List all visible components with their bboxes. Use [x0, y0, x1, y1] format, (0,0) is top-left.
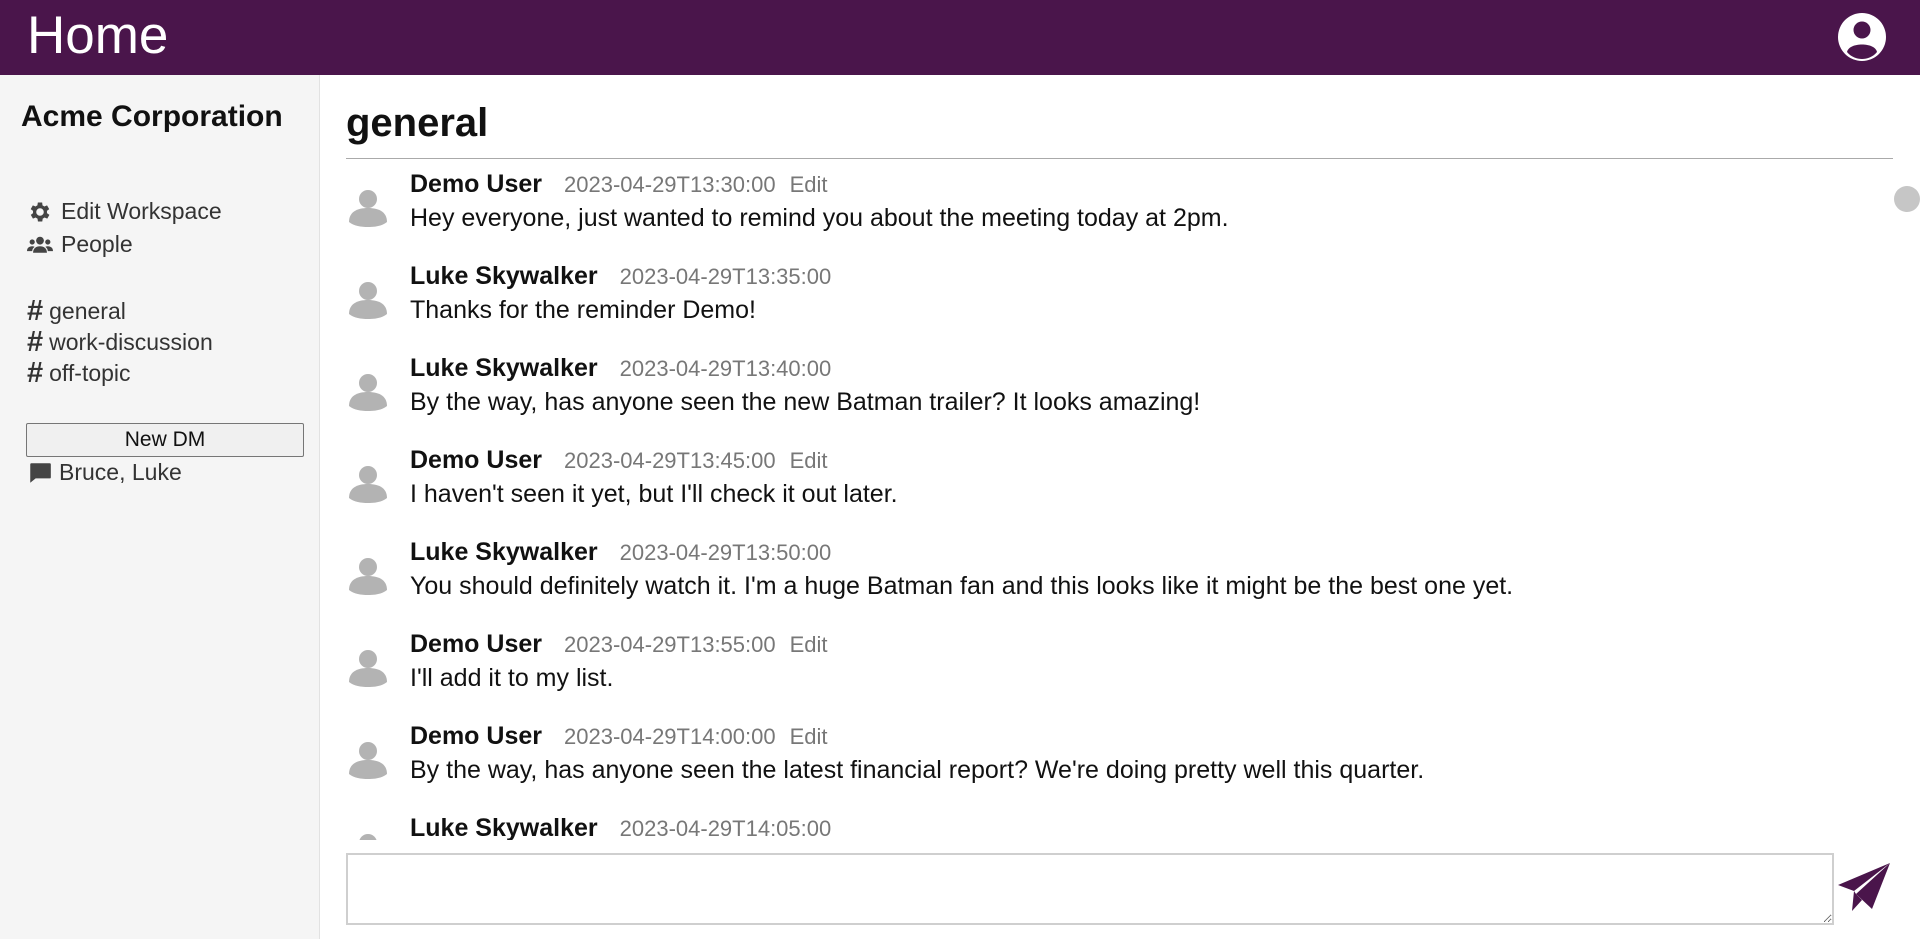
workspace-name: Acme Corporation [21, 100, 283, 133]
avatar-icon [349, 282, 387, 319]
message-list[interactable]: Demo User 2023-04-29T13:30:00 Edit Hey eve… [320, 170, 1920, 840]
message-timestamp: 2023-04-29T13:30:00 [564, 172, 776, 197]
edit-message-link[interactable]: Edit [790, 448, 828, 473]
message-item: Luke Skywalker 2023-04-29T13:35:00 Thanks… [346, 262, 1846, 352]
message-item: Demo User 2023-04-29T14:00:00 Edit By the … [346, 722, 1846, 812]
avatar-icon [359, 834, 377, 840]
channel-label: work-discussion [49, 329, 213, 355]
channel-general[interactable]: # general [27, 295, 126, 328]
message-text: I'll add it to my list. [410, 664, 614, 692]
avatar-icon [349, 650, 387, 687]
message-input[interactable] [346, 853, 1834, 925]
channel-title: general [346, 101, 489, 145]
message-timestamp: 2023-04-29T13:40:00 [619, 356, 832, 381]
send-paper-plane-icon[interactable] [1836, 861, 1892, 913]
message-item: Demo User 2023-04-29T13:30:00 Edit Hey eve… [346, 170, 1846, 260]
avatar-icon [349, 190, 387, 227]
dm-item[interactable]: Bruce, Luke [27, 459, 182, 486]
message-author: Luke Skywalker [410, 262, 598, 290]
message-item: Luke Skywalker 2023-04-29T13:50:00 You sh… [346, 538, 1846, 628]
message-text: Thanks for the reminder Demo! [410, 296, 756, 324]
message-timestamp: 2023-04-29T13:45:00 [564, 448, 776, 473]
message-author: Luke Skywalker [410, 354, 598, 382]
edit-message-link[interactable]: Edit [790, 632, 828, 657]
message-author: Demo User [410, 170, 542, 198]
message-item: Luke Skywalker 2023-04-29T14:05:00 [346, 814, 1846, 840]
message-author: Demo User [410, 722, 542, 750]
scrollbar-thumb[interactable] [1894, 186, 1920, 212]
channel-work-discussion[interactable]: # work-discussion [27, 326, 213, 359]
channel-off-topic[interactable]: # off-topic [27, 357, 131, 390]
people-label: People [61, 231, 133, 257]
sidebar: Acme Corporation Edit Workspace People #… [0, 75, 320, 939]
message-text: By the way, has anyone seen the latest f… [410, 756, 1425, 784]
message-author: Luke Skywalker [410, 538, 598, 566]
hash-icon: # [27, 295, 44, 327]
message-timestamp: 2023-04-29T14:05:00 [619, 816, 832, 840]
channel-view: general Demo User 2023-04-29T13:30:00 Edit… [320, 75, 1920, 939]
avatar-icon [349, 466, 387, 503]
avatar-icon [349, 742, 387, 779]
message-item: Luke Skywalker 2023-04-29T13:40:00 By the… [346, 354, 1846, 444]
message-item: Demo User 2023-04-29T13:55:00 Edit I'll ad… [346, 630, 1846, 720]
message-text: Hey everyone, just wanted to remind you … [410, 204, 1229, 232]
message-text: By the way, has anyone seen the new Batm… [410, 388, 1201, 416]
divider [346, 158, 1893, 159]
message-text: I haven't seen it yet, but I'll check it… [410, 480, 898, 508]
account-circle-icon[interactable] [1836, 11, 1888, 63]
channel-label: off-topic [49, 360, 131, 386]
new-dm-button[interactable]: New DM [26, 423, 304, 457]
avatar-icon [349, 374, 387, 411]
message-item: Demo User 2023-04-29T13:45:00 Edit I haven… [346, 446, 1846, 536]
people-link[interactable]: People [27, 231, 133, 258]
edit-workspace-link[interactable]: Edit Workspace [27, 198, 222, 225]
chat-bubble-icon [30, 462, 51, 483]
message-timestamp: 2023-04-29T14:00:00 [564, 724, 776, 749]
edit-message-link[interactable]: Edit [790, 172, 828, 197]
message-timestamp: 2023-04-29T13:35:00 [619, 264, 832, 289]
message-timestamp: 2023-04-29T13:50:00 [619, 540, 832, 565]
message-author: Luke Skywalker [410, 814, 598, 840]
message-text: You should definitely watch it. I'm a hu… [410, 572, 1514, 600]
hash-icon: # [27, 357, 44, 389]
people-icon [27, 236, 53, 253]
message-timestamp: 2023-04-29T13:55:00 [564, 632, 776, 657]
channel-label: general [49, 298, 126, 324]
edit-workspace-label: Edit Workspace [61, 198, 222, 224]
message-author: Demo User [410, 446, 542, 474]
gear-icon [30, 201, 50, 222]
avatar-icon [349, 558, 387, 595]
top-bar: Home [0, 0, 1920, 75]
hash-icon: # [27, 326, 44, 358]
message-author: Demo User [410, 630, 542, 658]
page-title: Home [27, 6, 169, 65]
edit-message-link[interactable]: Edit [790, 724, 828, 749]
dm-label: Bruce, Luke [59, 459, 182, 485]
